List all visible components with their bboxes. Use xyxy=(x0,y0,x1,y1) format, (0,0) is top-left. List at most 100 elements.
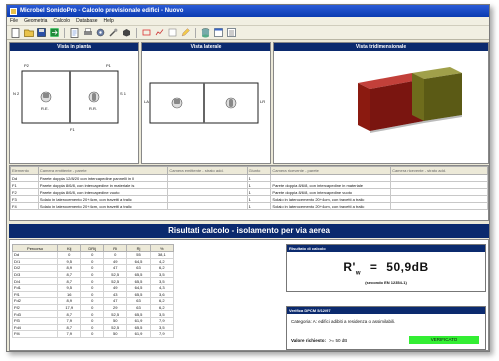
col-header[interactable]: Camera ricevente - parete xyxy=(270,166,392,175)
table-cell: 61,9 xyxy=(126,316,151,325)
table-row[interactable]: F3 Solaio in laterocemento 20+4cm, con t… xyxy=(10,195,488,203)
edit-icon[interactable] xyxy=(180,27,191,38)
report-icon[interactable] xyxy=(69,27,80,38)
table-cell: D/3 xyxy=(11,270,59,279)
table-cell: Solaio in laterocemento 20+4cm, con trav… xyxy=(270,202,392,210)
table-cell: 8,9 xyxy=(57,264,82,272)
col-header[interactable]: Giunto xyxy=(246,166,272,175)
window-icon[interactable] xyxy=(213,27,224,38)
table-cell: Fd2 xyxy=(11,297,59,305)
save-icon[interactable] xyxy=(36,27,47,38)
title-bar[interactable]: Microbel SonidoPro - Calcolo previsional… xyxy=(7,5,489,17)
table-row[interactable]: Dd 0 0 0 55 38,1 xyxy=(11,251,175,259)
col-header[interactable]: Camera emittente - strato add. xyxy=(167,166,248,175)
menu-geometria[interactable]: Geometria xyxy=(24,18,47,24)
table-cell xyxy=(390,181,488,189)
col-header[interactable]: DRij xyxy=(80,244,105,252)
menu-file[interactable]: File xyxy=(10,18,18,24)
tools-icon[interactable] xyxy=(108,27,119,38)
table-cell: Parete doppia 8/6/8, con intercapedine v… xyxy=(37,188,169,196)
table-cell: 7,9 xyxy=(149,330,175,338)
table-cell: 1 xyxy=(246,174,272,182)
graph-icon[interactable] xyxy=(154,27,165,38)
three-d-view-title: Vista tridimensionale xyxy=(274,43,488,51)
side-view-canvas: LA LR xyxy=(142,51,270,163)
col-header[interactable]: % xyxy=(149,244,175,252)
window-title: Microbel SonidoPro - Calcolo previsional… xyxy=(20,8,184,14)
toolbar xyxy=(7,26,489,40)
col-header[interactable]: Ri xyxy=(103,244,128,252)
table-row[interactable]: D/3 8,7 0 52,5 65,5 3,5 xyxy=(11,270,175,279)
list-icon[interactable] xyxy=(226,27,237,38)
open-icon[interactable] xyxy=(23,27,34,38)
table-cell: 0 xyxy=(80,310,105,318)
table-cell: 6,2 xyxy=(149,264,175,272)
table-row[interactable]: D/2 8,9 0 47 63 6,2 xyxy=(11,264,175,272)
print-icon[interactable] xyxy=(82,27,93,38)
results-table: Percorso Kij DRij Ri Rj % Dd 0 0 0 55 38,1 D/1… xyxy=(11,244,175,338)
dpcm-category: Categoria: A: edifici adibiti a residenz… xyxy=(291,319,396,324)
three-d-view[interactable]: Vista tridimensionale xyxy=(273,42,489,164)
plan-view[interactable]: Vista in pianta P2 P1 N 2 S 1 R.E. R.R. … xyxy=(9,42,139,164)
db-icon[interactable] xyxy=(200,27,211,38)
table-row[interactable]: Ff2 17,9 0 29 63 6,2 xyxy=(11,303,175,312)
table-cell: 52,5 xyxy=(103,323,128,332)
menu-database[interactable]: Database xyxy=(76,18,97,24)
table-row[interactable]: Fd4 8,7 0 52,5 65,5 3,5 xyxy=(11,323,175,332)
table-cell: F2 xyxy=(10,188,39,196)
table-cell: 8,7 xyxy=(57,277,82,285)
col-header[interactable]: Camera ricevente - strato add. xyxy=(390,166,488,175)
table-row[interactable]: Ff3 7,9 0 50 61,9 7,9 xyxy=(11,316,175,325)
table-row[interactable]: Fd1 9,5 0 49 64,5 4,3 xyxy=(11,283,175,292)
dpcm-panel: Verifica DPCM 5/12/97 Categoria: A: edif… xyxy=(286,306,486,350)
col-header[interactable]: Rj xyxy=(126,244,151,252)
col-header[interactable]: Percorso xyxy=(11,244,59,252)
table-cell: Fd3 xyxy=(11,310,59,318)
table-row[interactable]: Dd Parete doppia 12/8/20 con intercapedi… xyxy=(10,174,488,182)
table-cell: 9,5 xyxy=(57,283,82,292)
table-row[interactable]: F2 Parete doppia 8/6/8, con intercapedin… xyxy=(10,188,488,196)
table-row[interactable]: F1 Parete doppia 8/6/8, con intercapedin… xyxy=(10,181,488,189)
table-cell: 1 xyxy=(246,195,272,203)
table-cell: 4,3 xyxy=(149,283,175,292)
plan-label-p2: P2 xyxy=(24,63,29,68)
toolbar-separator xyxy=(195,27,196,38)
wall-icon[interactable] xyxy=(141,27,152,38)
table-row[interactable]: Ff4 7,9 0 50 61,9 7,9 xyxy=(11,330,175,338)
table-cell: 7,9 xyxy=(57,316,82,325)
new-icon[interactable] xyxy=(10,27,21,38)
table-row[interactable]: F4 Solaio in laterocemento 20+4cm, con t… xyxy=(10,202,488,210)
plan-label-p1: P1 xyxy=(106,63,111,68)
col-header[interactable]: Camera emittente - parete xyxy=(37,166,169,175)
box-icon[interactable] xyxy=(121,27,132,38)
table-cell: 52,5 xyxy=(103,310,128,318)
table-row[interactable]: Fd2 8,9 0 47 63 6,2 xyxy=(11,297,175,305)
table-cell: 0 xyxy=(80,330,105,338)
table-cell: 6,2 xyxy=(149,303,175,312)
table-row[interactable]: Fd3 8,7 0 52,5 65,5 3,5 xyxy=(11,310,175,318)
table-cell: 0 xyxy=(57,251,82,259)
table-row[interactable]: D/4 8,7 0 52,5 65,5 3,5 xyxy=(11,277,175,285)
note-icon[interactable] xyxy=(167,27,178,38)
table-cell: 16 xyxy=(57,290,82,299)
export-icon[interactable] xyxy=(49,27,60,38)
elements-table-panel: Elemento Camera emittente - parete Camer… xyxy=(9,165,489,221)
rw-number: 50,9dB xyxy=(386,260,429,274)
table-row[interactable]: Ff1 16 0 43 65,5 3,6 xyxy=(11,290,175,299)
menu-help[interactable]: Help xyxy=(104,18,114,24)
dpcm-title: Verifica DPCM 5/12/97 xyxy=(287,307,485,314)
elements-table: Elemento Camera emittente - parete Camer… xyxy=(10,166,488,210)
table-cell: 0 xyxy=(80,303,105,312)
col-header[interactable]: Kij xyxy=(57,244,82,252)
side-view[interactable]: Vista laterale LA LR xyxy=(141,42,271,164)
menu-calcolo[interactable]: Calcolo xyxy=(53,18,70,24)
col-header[interactable]: Elemento xyxy=(10,166,39,175)
settings-icon[interactable] xyxy=(95,27,106,38)
required-label: Valore richiesto: xyxy=(291,337,327,343)
results-header: Risultati calcolo - isolamento per via a… xyxy=(9,224,489,238)
plan-label-f1: F1 xyxy=(70,127,75,132)
table-cell: 3,5 xyxy=(149,310,175,318)
table-cell: 47 xyxy=(103,264,128,272)
table-cell: 65,5 xyxy=(126,277,151,285)
table-row[interactable]: D/1 9,5 0 49 64,5 4,2 xyxy=(11,257,175,266)
